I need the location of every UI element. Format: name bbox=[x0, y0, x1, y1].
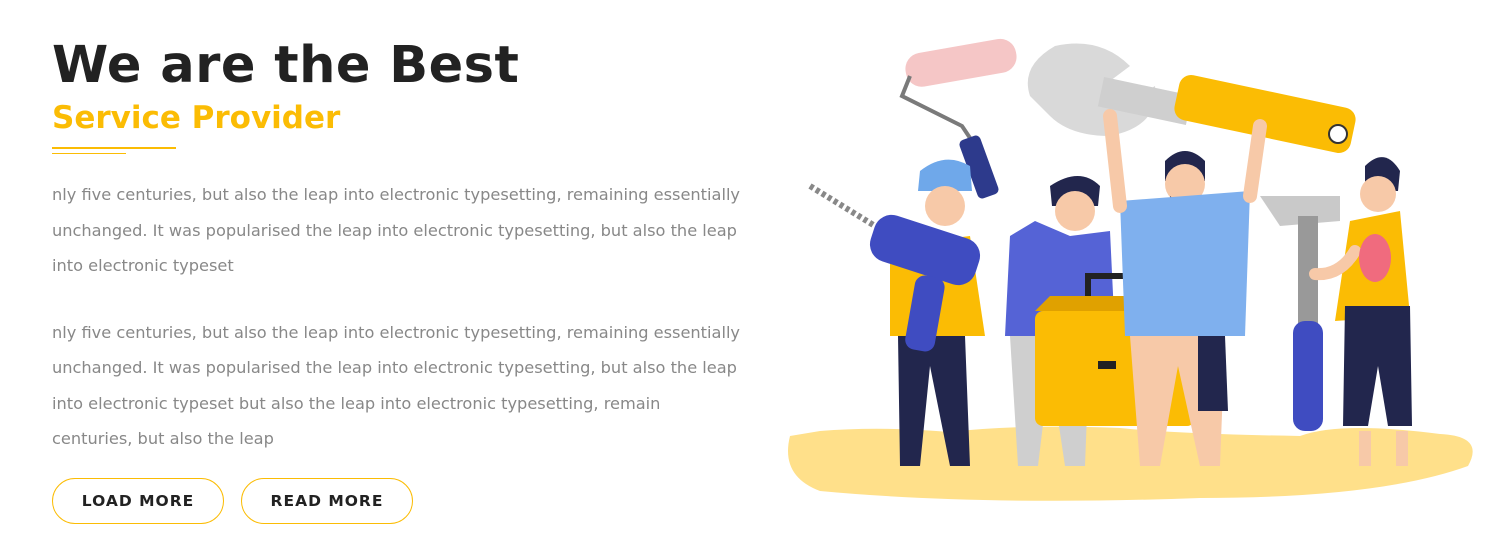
underline-short-bar bbox=[52, 153, 126, 154]
detail-paragraph: nly five centuries, but also the leap in… bbox=[52, 322, 741, 449]
title-underline bbox=[52, 147, 752, 157]
read-more-button[interactable]: READ MORE bbox=[241, 478, 413, 524]
load-more-button[interactable]: LOAD MORE bbox=[52, 478, 224, 524]
wrench-icon bbox=[1027, 43, 1356, 153]
underline-long-bar bbox=[52, 147, 176, 149]
button-group: LOAD MORE READ MORE bbox=[52, 478, 413, 524]
page-subtitle: Service Provider bbox=[52, 100, 341, 136]
hero-text-block: We are the Best Service Provider nly fiv… bbox=[52, 36, 752, 457]
worker-with-drill bbox=[808, 159, 985, 466]
hammer-icon bbox=[1260, 196, 1340, 431]
workers-with-tools-illustration bbox=[788, 38, 1473, 501]
page-title: We are the Best bbox=[52, 36, 520, 95]
intro-paragraph: nly five centuries, but also the leap in… bbox=[52, 185, 741, 275]
